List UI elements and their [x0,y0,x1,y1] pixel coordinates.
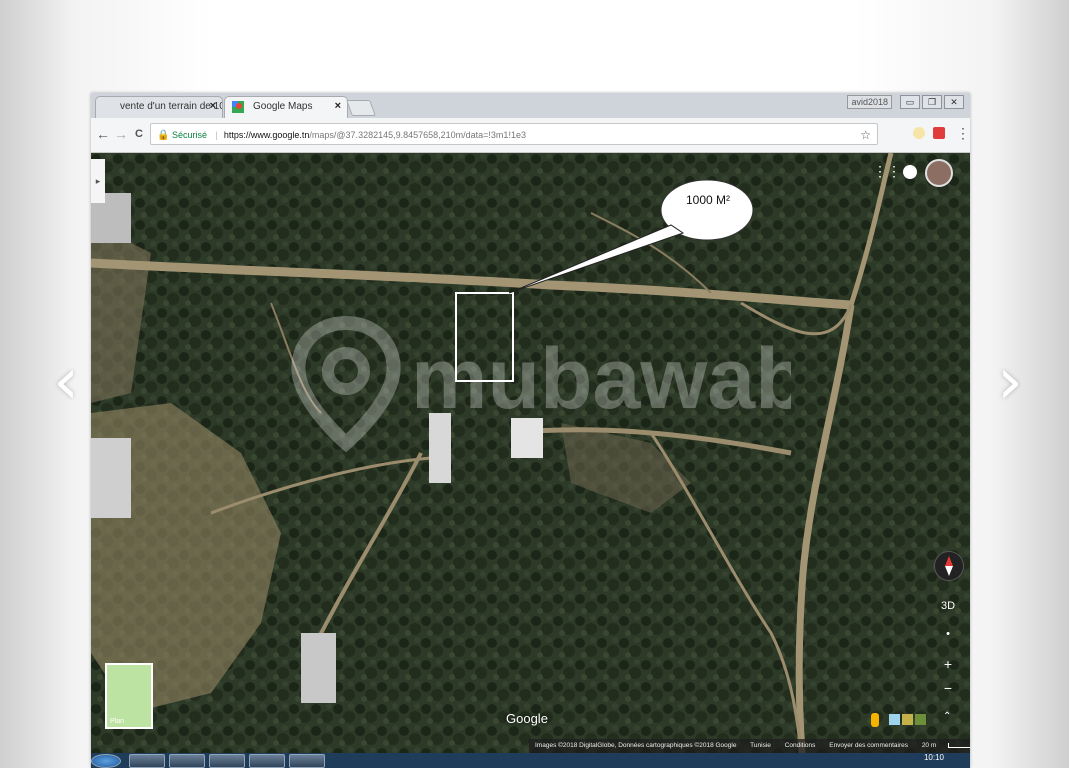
close-icon[interactable]: × [210,100,216,112]
google-maps-icon [232,101,244,113]
google-logo: Google [506,711,548,726]
3d-toggle-button[interactable]: 3D [937,597,959,615]
tab-listing-label: vente d'un terrain de 10X [120,101,223,112]
start-button[interactable] [91,754,121,768]
bookmark-star-icon[interactable]: ☆ [860,124,871,144]
extension-icon[interactable] [933,127,945,139]
watermark-text: mubawab/nity [411,331,791,427]
menu-icon[interactable]: ⋮ [956,126,970,140]
tab-google-maps[interactable]: Google Maps × [224,96,348,118]
apps-grid-icon[interactable]: ⋮⋮ [873,163,901,183]
expand-icon[interactable]: ⌃ [943,711,951,722]
restore-button[interactable]: ❐ [922,95,942,109]
region-link[interactable]: Tunisie [750,742,771,749]
back-arrow-icon[interactable]: ← [95,126,111,142]
taskbar-app[interactable] [289,754,325,768]
extension-icon[interactable] [913,127,925,139]
satellite-map[interactable]: mubawab/nity 1000 M² ▸ ⋮⋮ 3D • + − Plan … [91,153,970,768]
map-layer-switcher[interactable]: Plan [105,663,153,729]
satellite-imagery [91,153,970,768]
url-host: https://www.google.tn [223,130,310,140]
lock-icon: 🔒 [157,130,170,141]
plot-area-label: 1000 M² [685,193,731,207]
gallery-next-button[interactable]: › [990,350,1030,414]
imagery-credit: Images ©2018 DigitalGlobe, Données carto… [535,742,737,749]
scale-label: 20 m [921,742,937,749]
notifications-icon[interactable] [903,165,917,179]
terms-link[interactable]: Conditions [785,742,816,749]
taskbar-app[interactable] [209,754,245,768]
feedback-link[interactable]: Envoyer des commentaires [829,742,908,749]
tab-strip: vente d'un terrain de 10X × Google Maps … [91,93,970,118]
tab-google-maps-label: Google Maps [253,101,313,112]
reload-icon[interactable]: C [131,126,147,142]
browser-screenshot: vente d'un terrain de 10X × Google Maps … [91,93,970,768]
scale-bar [948,742,970,748]
secure-label: Sécurisé [171,130,207,140]
new-tab-button[interactable] [346,100,376,116]
imagery-thumbnails[interactable] [889,714,926,725]
profile-name[interactable]: avid2018 [847,95,892,109]
tab-listing[interactable]: vente d'un terrain de 10X × [95,96,223,118]
layer-label: Plan [110,718,125,725]
watermark-logo: mubawab/nity [291,315,791,453]
gallery-prev-button[interactable]: ‹ [46,350,86,414]
clock: 10:10 [923,753,944,762]
window-close-button[interactable]: ✕ [944,95,964,109]
minimize-button[interactable]: ▭ [900,95,920,109]
map-attribution: Images ©2018 DigitalGlobe, Données carto… [529,739,970,753]
close-icon[interactable]: × [335,100,341,112]
browser-toolbar: ← → C 🔒 Sécurisé | https://www.google.tn/… [91,118,970,153]
forward-arrow-icon[interactable]: → [113,126,129,142]
my-location-button[interactable]: • [937,625,959,643]
avatar[interactable] [925,159,953,187]
windows-taskbar: 10:10 [91,753,970,768]
address-separator: | [215,130,218,140]
street-view-pegman-icon[interactable] [871,713,879,727]
zoom-in-button[interactable]: + [937,655,959,673]
taskbar-app[interactable] [169,754,205,768]
compass-icon[interactable] [934,551,964,581]
url-path: /maps/@37.3282145,9.8457658,210m/data=!3… [309,130,526,140]
taskbar-app[interactable] [129,754,165,768]
address-bar[interactable]: 🔒 Sécurisé | https://www.google.tn/maps/@… [150,123,878,145]
zoom-out-button[interactable]: − [937,679,959,697]
window-controls: avid2018 ▭ ❐ ✕ [847,95,964,109]
taskbar-app[interactable] [249,754,285,768]
sidebar-toggle[interactable]: ▸ [91,159,105,203]
